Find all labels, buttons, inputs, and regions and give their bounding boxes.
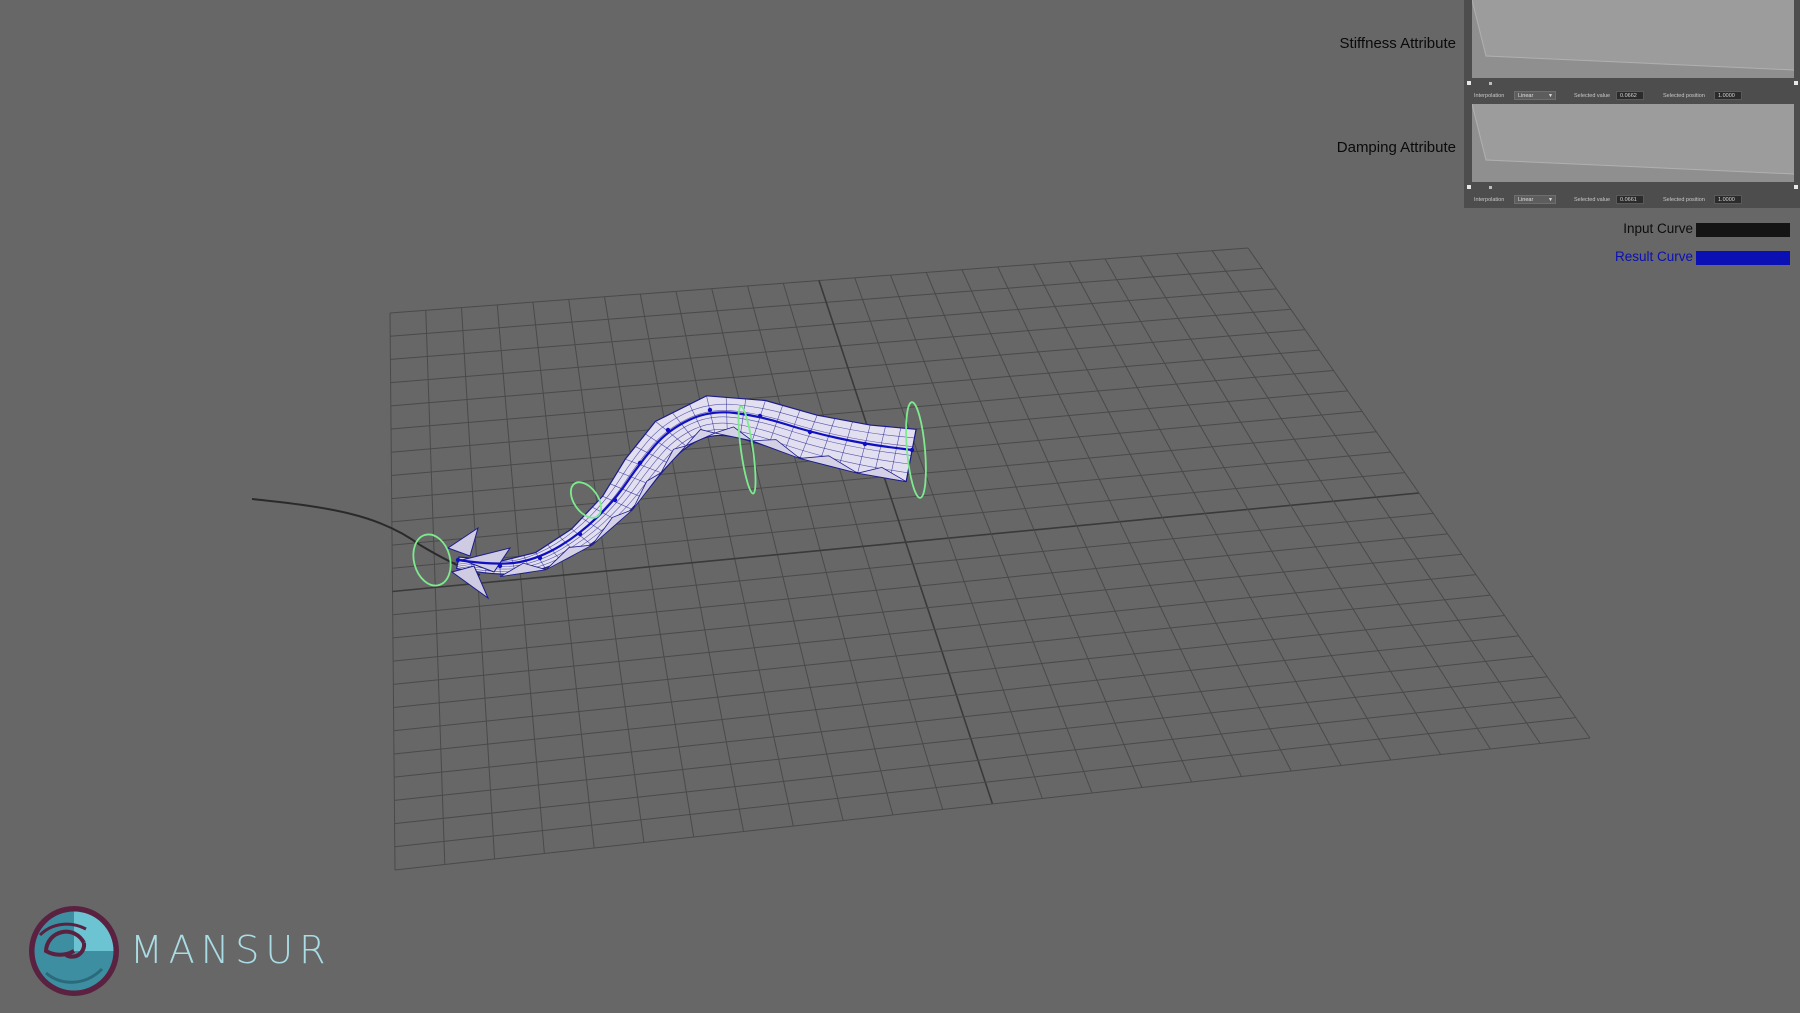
grid-line (890, 274, 1093, 794)
grid-line (1247, 247, 1591, 739)
tail-mesh[interactable] (446, 395, 917, 600)
result-curve-point[interactable] (757, 413, 763, 419)
chevron-down-icon: ▼ (1548, 197, 1553, 203)
selected-position-field[interactable]: 1.0000 (1714, 195, 1742, 204)
result-curve-point[interactable] (637, 460, 643, 466)
input-curve-swatch (1696, 223, 1790, 237)
damping-ramp-controls: Interpolation Linear ▼ Selected value 0.… (1464, 194, 1800, 208)
result-curve-point[interactable] (537, 555, 543, 561)
damping-ramp: Interpolation Linear ▼ Selected value 0.… (1464, 104, 1800, 208)
damping-attribute-label: Damping Attribute (1336, 139, 1456, 156)
grid-line (1068, 261, 1342, 766)
result-curve-legend-label: Result Curve (1614, 249, 1693, 264)
selected-value-field[interactable]: 0.0662 (1616, 91, 1644, 100)
selected-position-field[interactable]: 1.0000 (1714, 91, 1742, 100)
grid-line (1176, 253, 1491, 750)
result-curve-point[interactable] (909, 447, 915, 453)
grid-line (1211, 250, 1541, 744)
stiffness-ramp-controls: Interpolation Linear ▼ Selected value 0.… (1464, 90, 1800, 104)
ground-grid (389, 247, 1591, 871)
damping-ramp-handles[interactable] (1467, 184, 1799, 190)
mansur-logo-text: MANSUR (130, 928, 332, 972)
grid-line (393, 615, 1505, 732)
grid-line (393, 574, 1477, 685)
selected-value-field[interactable]: 0.0661 (1616, 195, 1644, 204)
result-curve-point[interactable] (665, 427, 671, 433)
result-curve-point[interactable] (612, 497, 618, 503)
stiffness-ramp: Interpolation Linear ▼ Selected value 0.… (1464, 0, 1800, 104)
selected-value-label: Selected value (1574, 93, 1611, 99)
grid-line (394, 655, 1534, 778)
selected-position-label: Selected position (1663, 93, 1705, 99)
chevron-down-icon: ▼ (1548, 93, 1553, 99)
interpolation-label: Interpolation (1474, 197, 1505, 203)
result-curve-point[interactable] (862, 441, 868, 447)
input-curve-legend-label: Input Curve (1623, 221, 1693, 236)
ramp-handle[interactable] (1467, 81, 1471, 85)
result-curve-point[interactable] (497, 563, 503, 569)
stiffness-ramp-graph[interactable] (1472, 0, 1794, 78)
ramp-attribute-panel: Interpolation Linear ▼ Selected value 0.… (1464, 0, 1800, 208)
control-ring[interactable] (903, 401, 929, 499)
ramp-handle[interactable] (1467, 185, 1471, 189)
selected-value-label: Selected value (1574, 197, 1611, 203)
interpolation-label: Interpolation (1474, 93, 1505, 99)
grid-line (854, 277, 1043, 799)
result-curve-point[interactable] (707, 407, 713, 413)
stiffness-attribute-label: Stiffness Attribute (1339, 35, 1456, 52)
maya-viewport-stage: Stiffness Attribute Damping Attribute In… (0, 0, 1800, 1013)
ramp-handle[interactable] (1489, 82, 1492, 85)
spiral-shell-icon (29, 906, 119, 996)
grid-line (394, 676, 1548, 801)
damping-ramp-graph[interactable] (1472, 104, 1794, 182)
grid-line (393, 635, 1519, 755)
result-curve-point[interactable] (577, 531, 583, 537)
result-curve-swatch (1696, 251, 1790, 265)
grid-line (393, 553, 1462, 662)
ramp-handle[interactable] (1794, 81, 1798, 85)
result-curve-point[interactable] (807, 429, 813, 435)
grid-line (393, 594, 1491, 709)
interpolation-value: Linear (1518, 197, 1534, 203)
result-curve-point[interactable] (455, 557, 461, 563)
interpolation-value: Linear (1518, 93, 1534, 99)
selected-position-label: Selected position (1663, 197, 1705, 203)
mesh-fin (446, 526, 479, 557)
ramp-handle[interactable] (1794, 185, 1798, 189)
ramp-handle[interactable] (1489, 186, 1492, 189)
interpolation-dropdown[interactable]: Linear ▼ (1514, 91, 1556, 100)
grid-line (925, 272, 1143, 788)
interpolation-dropdown[interactable]: Linear ▼ (1514, 195, 1556, 204)
stiffness-ramp-handles[interactable] (1467, 80, 1799, 86)
